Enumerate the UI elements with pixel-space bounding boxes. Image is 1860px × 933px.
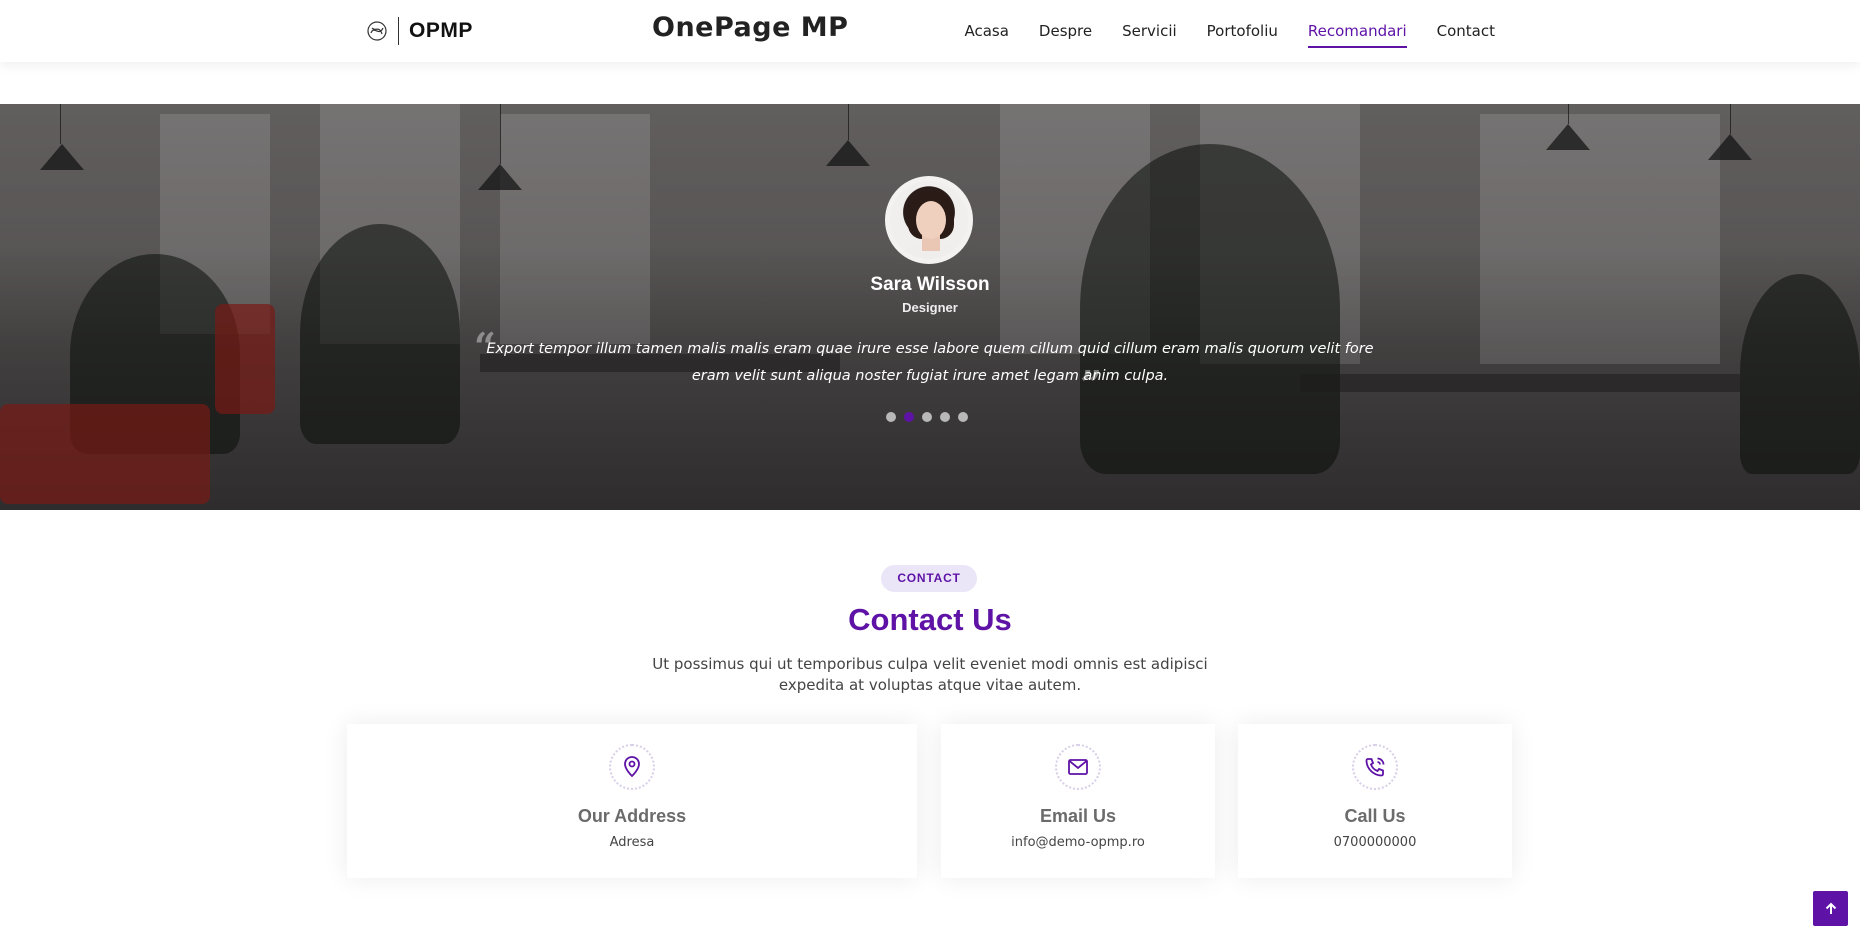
phone-icon: [1352, 744, 1398, 790]
section-badge: CONTACT: [881, 565, 977, 592]
back-to-top-button[interactable]: [1813, 891, 1848, 926]
logo[interactable]: OPMP: [364, 16, 473, 46]
contact-card-value[interactable]: 0700000000: [1238, 829, 1512, 857]
nav-item-portofoliu[interactable]: Portofoliu: [1192, 0, 1293, 62]
contact-card-phone: Call Us 0700000000: [1238, 724, 1512, 878]
logo-divider: [398, 17, 399, 45]
logo-text: OPMP: [409, 19, 473, 42]
section-title: Contact Us: [848, 602, 1012, 637]
quote-close-icon: ”: [1080, 362, 1102, 407]
carousel-dot-3[interactable]: [922, 412, 932, 422]
site-title[interactable]: OnePage MP: [652, 12, 848, 43]
carousel-dot-2[interactable]: [904, 412, 914, 422]
contact-card-value[interactable]: info@demo-opmp.ro: [941, 829, 1215, 857]
testimonial-name: Sara Wilsson: [870, 274, 990, 295]
testimonial-avatar: [885, 176, 973, 264]
testimonials-section: Sara Wilsson Designer “ Export tempor il…: [0, 104, 1860, 510]
envelope-icon: [1055, 744, 1101, 790]
nav-item-recomandari[interactable]: Recomandari: [1293, 0, 1422, 62]
carousel-pagination: [886, 412, 968, 422]
testimonial-role: Designer: [902, 300, 958, 315]
testimonial-quote: Export tempor illum tamen malis malis er…: [486, 341, 1374, 384]
nav-item-contact[interactable]: Contact: [1422, 0, 1510, 62]
site-header: OPMP OnePage MP Acasa Despre Servicii Po…: [0, 0, 1860, 62]
contact-card-email: Email Us info@demo-opmp.ro: [941, 724, 1215, 878]
nav-item-servicii[interactable]: Servicii: [1107, 0, 1192, 62]
logo-icon: [364, 18, 390, 44]
nav-item-despre[interactable]: Despre: [1024, 0, 1107, 62]
nav-item-acasa[interactable]: Acasa: [949, 0, 1023, 62]
carousel-dot-5[interactable]: [958, 412, 968, 422]
contact-card-address: Our Address Adresa: [347, 724, 917, 878]
main-nav: Acasa Despre Servicii Portofoliu Recoman…: [949, 0, 1510, 62]
carousel-dot-4[interactable]: [940, 412, 950, 422]
arrow-up-icon: [1825, 902, 1836, 914]
contact-card-title: Call Us: [1344, 806, 1406, 826]
contact-card-title: Email Us: [1039, 806, 1117, 826]
map-pin-icon: [609, 744, 655, 790]
carousel-dot-1[interactable]: [886, 412, 896, 422]
contact-card-value: Adresa: [609, 835, 655, 850]
section-description: Ut possimus qui ut temporibus culpa veli…: [652, 655, 1208, 694]
contact-card-title: Our Address: [577, 806, 687, 826]
